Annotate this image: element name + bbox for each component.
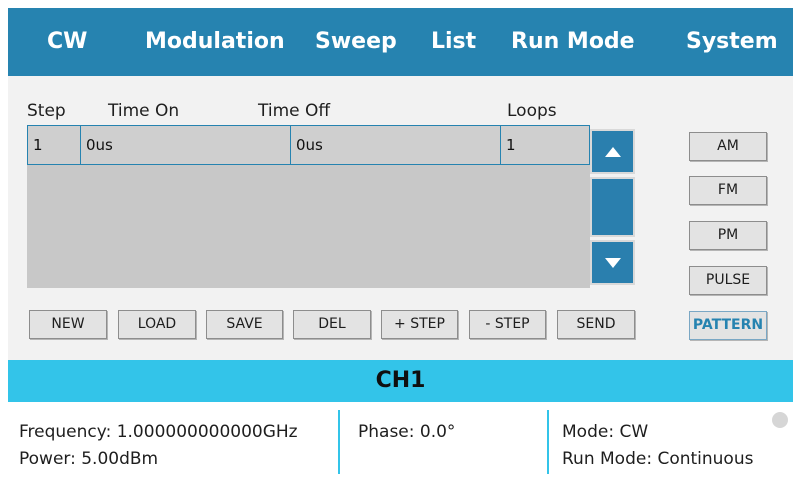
status-divider — [547, 410, 549, 474]
scroll-up-button[interactable] — [590, 129, 635, 174]
list-table[interactable]: 1 0us 0us 1 — [27, 125, 590, 288]
app-window: CW Modulation Sweep List Run Mode System… — [8, 8, 793, 480]
cell-loops: 1 — [506, 136, 516, 154]
table-row[interactable]: 1 0us 0us 1 — [27, 125, 590, 165]
add-step-button[interactable]: + STEP — [381, 310, 458, 339]
menu-run-mode[interactable]: Run Mode — [511, 8, 635, 76]
save-button[interactable]: SAVE — [206, 310, 283, 339]
load-button[interactable]: LOAD — [118, 310, 196, 339]
cell-time-on: 0us — [81, 126, 291, 164]
triangle-down-icon — [604, 257, 621, 268]
pattern-button[interactable]: PATTERN — [689, 311, 767, 340]
run-mode-readout: Run Mode: Continuous — [562, 449, 754, 469]
cell-time-off: 0us — [291, 126, 501, 164]
frequency-readout: Frequency: 1.000000000000GHz — [19, 422, 298, 442]
new-button[interactable]: NEW — [29, 310, 107, 339]
triangle-up-icon — [604, 146, 621, 157]
menu-modulation[interactable]: Modulation — [145, 8, 285, 76]
delete-button[interactable]: DEL — [293, 310, 371, 339]
channel-title: CH1 — [8, 360, 793, 402]
scroll-down-button[interactable] — [590, 240, 635, 285]
menu-sweep[interactable]: Sweep — [315, 8, 397, 76]
power-readout: Power: 5.00dBm — [19, 449, 159, 469]
remove-step-button[interactable]: - STEP — [469, 310, 546, 339]
scroll-thumb[interactable] — [590, 177, 635, 237]
column-header-step: Step — [27, 101, 66, 121]
column-header-loops: Loops — [507, 101, 557, 121]
am-button[interactable]: AM — [689, 132, 767, 161]
mode-readout: Mode: CW — [562, 422, 649, 442]
status-panel: Frequency: 1.000000000000GHz Power: 5.00… — [8, 402, 793, 480]
pm-button[interactable]: PM — [689, 221, 767, 250]
cell-step: 1 — [28, 126, 81, 164]
fm-button[interactable]: FM — [689, 176, 767, 205]
menu-system[interactable]: System — [686, 8, 778, 76]
status-divider — [338, 410, 340, 474]
phase-readout: Phase: 0.0° — [358, 422, 456, 442]
column-header-time-on: Time On — [108, 101, 180, 121]
menu-list[interactable]: List — [431, 8, 476, 76]
menu-cw[interactable]: CW — [47, 8, 87, 76]
status-indicator-icon — [772, 412, 788, 428]
column-header-time-off: Time Off — [258, 101, 331, 121]
pulse-button[interactable]: PULSE — [689, 266, 767, 295]
send-button[interactable]: SEND — [557, 310, 635, 339]
menu-bar: CW Modulation Sweep List Run Mode System — [8, 8, 793, 76]
